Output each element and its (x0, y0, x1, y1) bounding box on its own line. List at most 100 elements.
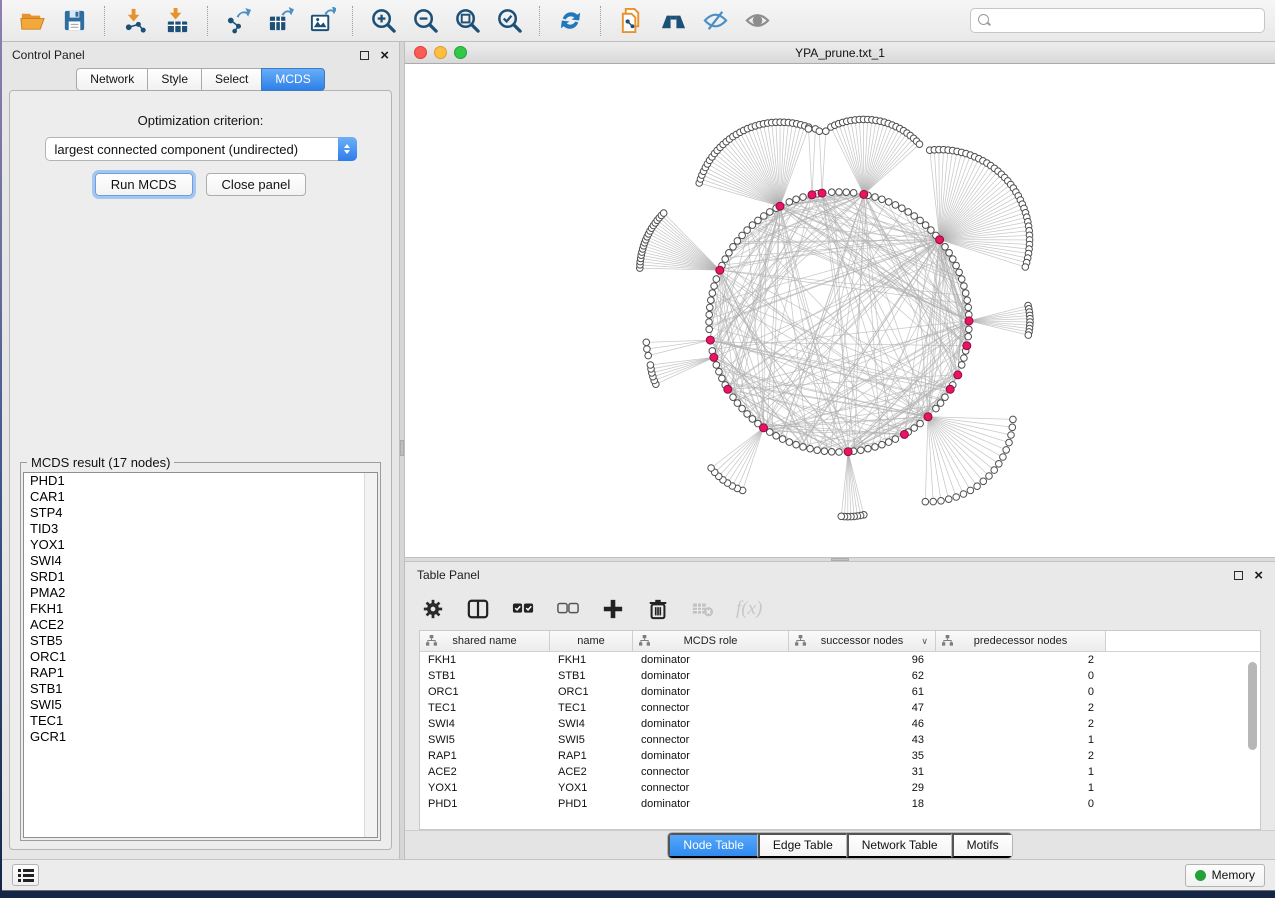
cell-predecessor-nodes[interactable]: 0 (936, 686, 1106, 698)
dominator-node[interactable] (954, 371, 962, 379)
add-row-icon[interactable] (601, 597, 625, 621)
mcds-result-item[interactable]: STB1 (24, 681, 377, 697)
float-icon[interactable] (1234, 571, 1243, 580)
cell-shared-name[interactable]: SWI5 (420, 734, 550, 746)
memory-button[interactable]: Memory (1185, 864, 1265, 887)
table-row[interactable]: PHD1PHD1dominator180 (420, 796, 1260, 812)
mcds-result-item[interactable]: CAR1 (24, 489, 377, 505)
close-panel-button[interactable]: Close panel (206, 173, 307, 196)
tab-network-table[interactable]: Network Table (847, 833, 952, 858)
column-header-MCDS-role[interactable]: MCDS role (633, 631, 789, 651)
mcds-result-item[interactable]: RAP1 (24, 665, 377, 681)
table-row[interactable]: TEC1TEC1connector472 (420, 700, 1260, 716)
cell-shared-name[interactable]: STB1 (420, 670, 550, 682)
import-network-icon[interactable] (120, 6, 150, 36)
open-session-icon[interactable] (17, 6, 47, 36)
column-header-shared-name[interactable]: shared name (420, 631, 550, 651)
splitter-grip[interactable] (400, 440, 404, 456)
mcds-result-item[interactable]: YOX1 (24, 537, 377, 553)
tab-mcds[interactable]: MCDS (261, 68, 324, 91)
dominator-node[interactable] (860, 190, 868, 198)
table-row[interactable]: STB1STB1dominator620 (420, 668, 1260, 684)
cell-MCDS-role[interactable]: connector (633, 782, 789, 794)
dominator-node[interactable] (963, 342, 971, 350)
cell-shared-name[interactable]: FKH1 (420, 654, 550, 666)
cell-successor-nodes[interactable]: 35 (789, 750, 936, 762)
settings-gear-icon[interactable] (421, 597, 445, 621)
mcds-result-item[interactable]: TID3 (24, 521, 377, 537)
dominator-node[interactable] (706, 336, 714, 344)
cell-shared-name[interactable]: RAP1 (420, 750, 550, 762)
show-hidden-icon[interactable] (742, 6, 772, 36)
import-table-icon[interactable] (162, 6, 192, 36)
list-scrollbar[interactable] (364, 473, 377, 837)
float-icon[interactable] (360, 51, 369, 60)
cell-shared-name[interactable]: YOX1 (420, 782, 550, 794)
dominator-node[interactable] (818, 189, 826, 197)
cell-successor-nodes[interactable]: 29 (789, 782, 936, 794)
tab-motifs[interactable]: Motifs (952, 833, 1012, 858)
table-scrollbar[interactable] (1248, 656, 1259, 808)
dominator-node[interactable] (936, 236, 944, 244)
splitter-grip[interactable] (831, 558, 849, 561)
search-box[interactable] (970, 8, 1265, 33)
cell-name[interactable]: SWI5 (550, 734, 633, 746)
cell-shared-name[interactable]: SWI4 (420, 718, 550, 730)
dominator-node[interactable] (946, 385, 954, 393)
cell-MCDS-role[interactable]: dominator (633, 670, 789, 682)
export-table-icon[interactable] (265, 6, 295, 36)
cell-predecessor-nodes[interactable]: 0 (936, 670, 1106, 682)
cell-name[interactable]: RAP1 (550, 750, 633, 762)
zoom-out-icon[interactable] (410, 6, 440, 36)
refresh-layout-icon[interactable] (555, 6, 585, 36)
cell-successor-nodes[interactable]: 31 (789, 766, 936, 778)
search-input[interactable] (996, 14, 1264, 28)
dominator-node[interactable] (965, 317, 973, 325)
column-header-successor-nodes[interactable]: successor nodes∨ (789, 631, 936, 651)
cell-name[interactable]: TEC1 (550, 702, 633, 714)
cell-predecessor-nodes[interactable]: 1 (936, 782, 1106, 794)
dominator-node[interactable] (710, 353, 718, 361)
cell-name[interactable]: SWI4 (550, 718, 633, 730)
cell-MCDS-role[interactable]: connector (633, 702, 789, 714)
cell-name[interactable]: ORC1 (550, 686, 633, 698)
table-row[interactable]: ACE2ACE2connector311 (420, 764, 1260, 780)
cell-MCDS-role[interactable]: dominator (633, 718, 789, 730)
table-row[interactable]: SWI5SWI5connector431 (420, 732, 1260, 748)
table-row[interactable]: YOX1YOX1connector291 (420, 780, 1260, 796)
cell-predecessor-nodes[interactable]: 2 (936, 718, 1106, 730)
cell-MCDS-role[interactable]: dominator (633, 750, 789, 762)
cell-successor-nodes[interactable]: 47 (789, 702, 936, 714)
cell-MCDS-role[interactable]: connector (633, 766, 789, 778)
run-mcds-button[interactable]: Run MCDS (95, 173, 193, 196)
mcds-result-item[interactable]: GCR1 (24, 729, 377, 745)
cell-predecessor-nodes[interactable]: 1 (936, 734, 1106, 746)
table-row[interactable]: SWI4SWI4dominator462 (420, 716, 1260, 732)
cell-MCDS-role[interactable]: dominator (633, 798, 789, 810)
mcds-result-item[interactable]: ORC1 (24, 649, 377, 665)
close-icon[interactable]: × (1254, 571, 1263, 580)
mcds-result-item[interactable]: FKH1 (24, 601, 377, 617)
cell-successor-nodes[interactable]: 46 (789, 718, 936, 730)
cell-predecessor-nodes[interactable]: 2 (936, 702, 1106, 714)
cell-successor-nodes[interactable]: 43 (789, 734, 936, 746)
tab-node-table[interactable]: Node Table (668, 833, 758, 858)
save-session-icon[interactable] (59, 6, 89, 36)
cell-predecessor-nodes[interactable]: 0 (936, 798, 1106, 810)
close-icon[interactable]: × (380, 51, 389, 60)
cell-predecessor-nodes[interactable]: 2 (936, 654, 1106, 666)
select-all-icon[interactable] (511, 597, 535, 621)
mcds-result-item[interactable]: STP4 (24, 505, 377, 521)
new-network-from-selection-icon[interactable] (616, 6, 646, 36)
zoom-fit-icon[interactable] (452, 6, 482, 36)
table-row[interactable]: ORC1ORC1dominator610 (420, 684, 1260, 700)
dominator-node[interactable] (844, 448, 852, 456)
minimize-light-icon[interactable] (434, 46, 447, 59)
dominator-node[interactable] (716, 266, 724, 274)
deselect-all-icon[interactable] (556, 597, 580, 621)
cell-shared-name[interactable]: TEC1 (420, 702, 550, 714)
zoom-in-icon[interactable] (368, 6, 398, 36)
dominator-node[interactable] (760, 424, 768, 432)
dominator-node[interactable] (776, 202, 784, 210)
column-header-name[interactable]: name (550, 631, 633, 651)
